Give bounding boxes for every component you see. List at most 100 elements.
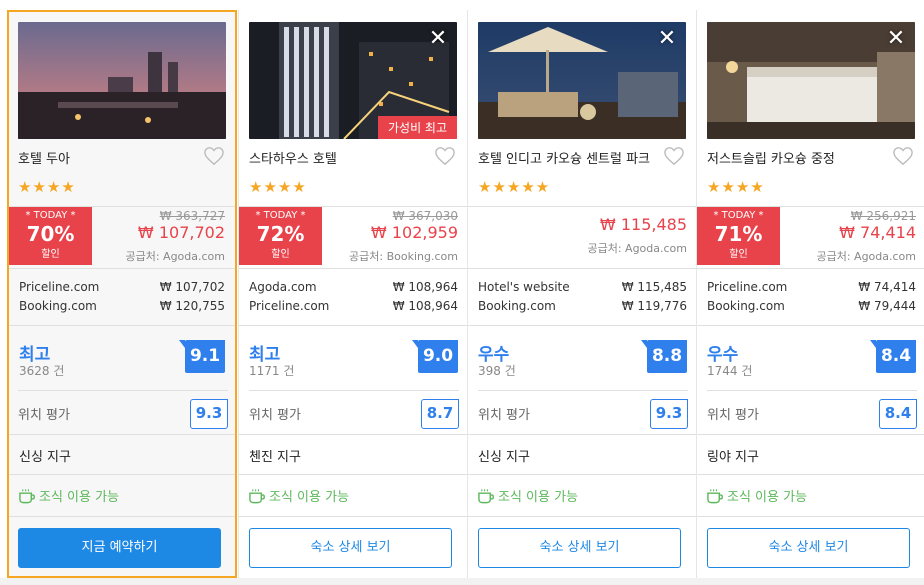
current-price[interactable]: ₩ 102,959 xyxy=(371,223,458,242)
value-ribbon: 가성비 최고 xyxy=(377,116,457,139)
today-label: * TODAY * xyxy=(25,210,76,221)
deal-badge: * TODAY * 72% 할인 xyxy=(239,207,322,265)
book-now-button[interactable]: 지금 예약하기 xyxy=(18,528,221,568)
hotel-name[interactable]: 호텔 두아 xyxy=(18,148,70,167)
offers-list: Hotel's website ₩ 115,485 Booking.com ₩ 11… xyxy=(468,268,697,325)
hotel-photo[interactable]: ✕ 가성비 최고 xyxy=(249,22,457,139)
heart-icon[interactable] xyxy=(663,146,685,166)
review-count: 1744 건 xyxy=(707,364,753,378)
star-rating: ★★★★ xyxy=(18,178,76,196)
heart-icon[interactable] xyxy=(434,146,456,166)
supplier-label: 공급처: Agoda.com xyxy=(587,242,687,255)
star-rating: ★★★★★ xyxy=(478,178,551,196)
offer-site: Booking.com xyxy=(707,299,785,313)
score-badge: 8.4 xyxy=(870,340,916,373)
breakfast-label: 조식 이용 가능 xyxy=(727,490,808,505)
view-details-button[interactable]: 숙소 상세 보기 xyxy=(478,528,681,568)
close-icon[interactable]: ✕ xyxy=(885,28,907,50)
hotel-card-1: 호텔 두아 ★★★★ * TODAY * 70% 할인 ₩ 363,727 ₩ … xyxy=(7,10,237,578)
supplier-label: 공급처: Agoda.com xyxy=(125,250,225,263)
review-count: 3628 건 xyxy=(19,364,65,378)
rating-section[interactable]: 우수 398 건 8.8 xyxy=(468,325,697,390)
offer-price: ₩ 107,702 xyxy=(159,280,225,294)
supplier-label: 공급처: Agoda.com xyxy=(816,250,916,263)
discount-label: 할인 xyxy=(729,249,748,260)
heart-icon[interactable] xyxy=(203,146,225,166)
breakfast-label: 조식 이용 가능 xyxy=(39,490,120,505)
offer-price: ₩ 108,964 xyxy=(392,299,458,313)
offer-row[interactable]: Booking.com ₩ 79,444 xyxy=(707,299,916,318)
score-badge: 9.0 xyxy=(412,340,458,373)
offer-row[interactable]: Booking.com ₩ 119,776 xyxy=(478,299,687,318)
score-badge: 9.1 xyxy=(179,340,225,373)
district-label: 링야 지구 xyxy=(697,434,924,474)
offer-price: ₩ 119,776 xyxy=(621,299,687,313)
action-area: 숙소 상세 보기 xyxy=(468,516,697,576)
rating-section[interactable]: 우수 1744 건 8.4 xyxy=(697,325,924,390)
hotel-photo[interactable] xyxy=(18,22,226,139)
today-label: * TODAY * xyxy=(255,210,306,221)
discount-label: 할인 xyxy=(271,249,290,260)
current-price[interactable]: ₩ 74,414 xyxy=(839,223,916,242)
hotel-photo[interactable]: ✕ xyxy=(707,22,915,139)
district-label: 신싱 지구 xyxy=(9,434,235,474)
offer-row[interactable]: Priceline.com ₩ 74,414 xyxy=(707,280,916,299)
district-label: 신싱 지구 xyxy=(468,434,697,474)
deal-badge: * TODAY * 71% 할인 xyxy=(697,207,780,265)
offer-price: ₩ 79,444 xyxy=(858,299,916,313)
coffee-cup-icon xyxy=(707,488,723,503)
original-price: ₩ 367,030 xyxy=(392,209,458,223)
current-price[interactable]: ₩ 115,485 xyxy=(600,215,687,234)
offer-price: ₩ 120,755 xyxy=(159,299,225,313)
rating-section[interactable]: 최고 1171 건 9.0 xyxy=(239,325,468,390)
offer-site: Priceline.com xyxy=(707,280,788,294)
offer-site: Booking.com xyxy=(478,299,556,313)
page-background-strip xyxy=(0,578,924,585)
breakfast-label: 조식 이용 가능 xyxy=(498,490,579,505)
breakfast-info: 조식 이용 가능 xyxy=(468,474,697,516)
hotel-name[interactable]: 저스트슬립 카오슝 중정 xyxy=(707,148,835,167)
location-label: 위치 평가 xyxy=(249,408,301,423)
close-icon[interactable]: ✕ xyxy=(656,28,678,50)
hotel-card-4: ✕ 저스트슬립 카오슝 중정 ★★★★ * TODAY * 71% 할인 ₩ 2… xyxy=(696,10,924,578)
coffee-cup-icon xyxy=(19,488,35,503)
offer-price: ₩ 115,485 xyxy=(621,280,687,294)
hotel-photo[interactable]: ✕ xyxy=(478,22,686,139)
offer-price: ₩ 74,414 xyxy=(858,280,916,294)
current-price[interactable]: ₩ 107,702 xyxy=(138,223,225,242)
offers-list: Agoda.com ₩ 108,964 Priceline.com ₩ 108,96… xyxy=(239,268,468,325)
price-section: * TODAY * 72% 할인 ₩ 367,030 ₩ 102,959 공급처… xyxy=(239,206,468,268)
original-price: ₩ 363,727 xyxy=(159,209,225,223)
discount-percent: 70% xyxy=(26,222,75,246)
score-badge: 8.8 xyxy=(641,340,687,373)
offer-row[interactable]: Priceline.com ₩ 107,702 xyxy=(19,280,225,299)
star-rating: ★★★★ xyxy=(249,178,307,196)
offer-row[interactable]: Booking.com ₩ 120,755 xyxy=(19,299,225,318)
discount-percent: 72% xyxy=(256,222,305,246)
hotel-name[interactable]: 호텔 인디고 카오슝 센트럴 파크 xyxy=(478,148,650,167)
offer-site: Priceline.com xyxy=(249,299,330,313)
breakfast-label: 조식 이용 가능 xyxy=(269,490,350,505)
view-details-button[interactable]: 숙소 상세 보기 xyxy=(707,528,910,568)
offer-row[interactable]: Agoda.com ₩ 108,964 xyxy=(249,280,458,299)
breakfast-info: 조식 이용 가능 xyxy=(697,474,924,516)
offer-row[interactable]: Hotel's website ₩ 115,485 xyxy=(478,280,687,299)
breakfast-info: 조식 이용 가능 xyxy=(9,474,235,516)
offers-list: Priceline.com ₩ 74,414 Booking.com ₩ 79,44… xyxy=(697,268,924,325)
view-details-button[interactable]: 숙소 상세 보기 xyxy=(249,528,452,568)
location-rating: 위치 평가 9.3 xyxy=(18,390,228,434)
discount-percent: 71% xyxy=(714,222,763,246)
heart-icon[interactable] xyxy=(892,146,914,166)
coffee-cup-icon xyxy=(478,488,494,503)
location-rating: 위치 평가 8.7 xyxy=(249,390,459,434)
district-label: 첸진 지구 xyxy=(239,434,468,474)
close-icon[interactable]: ✕ xyxy=(427,28,449,50)
offer-row[interactable]: Priceline.com ₩ 108,964 xyxy=(249,299,458,318)
hotel-name[interactable]: 스타하우스 호텔 xyxy=(249,148,337,167)
review-count: 398 건 xyxy=(478,364,516,378)
location-score: 9.3 xyxy=(190,399,228,429)
location-label: 위치 평가 xyxy=(18,408,70,423)
rating-section[interactable]: 최고 3628 건 9.1 xyxy=(9,325,235,390)
price-section: * TODAY * 70% 할인 ₩ 363,727 ₩ 107,702 공급처… xyxy=(9,206,235,268)
price-section: * TODAY * 71% 할인 ₩ 256,921 ₩ 74,414 공급처:… xyxy=(697,206,924,268)
